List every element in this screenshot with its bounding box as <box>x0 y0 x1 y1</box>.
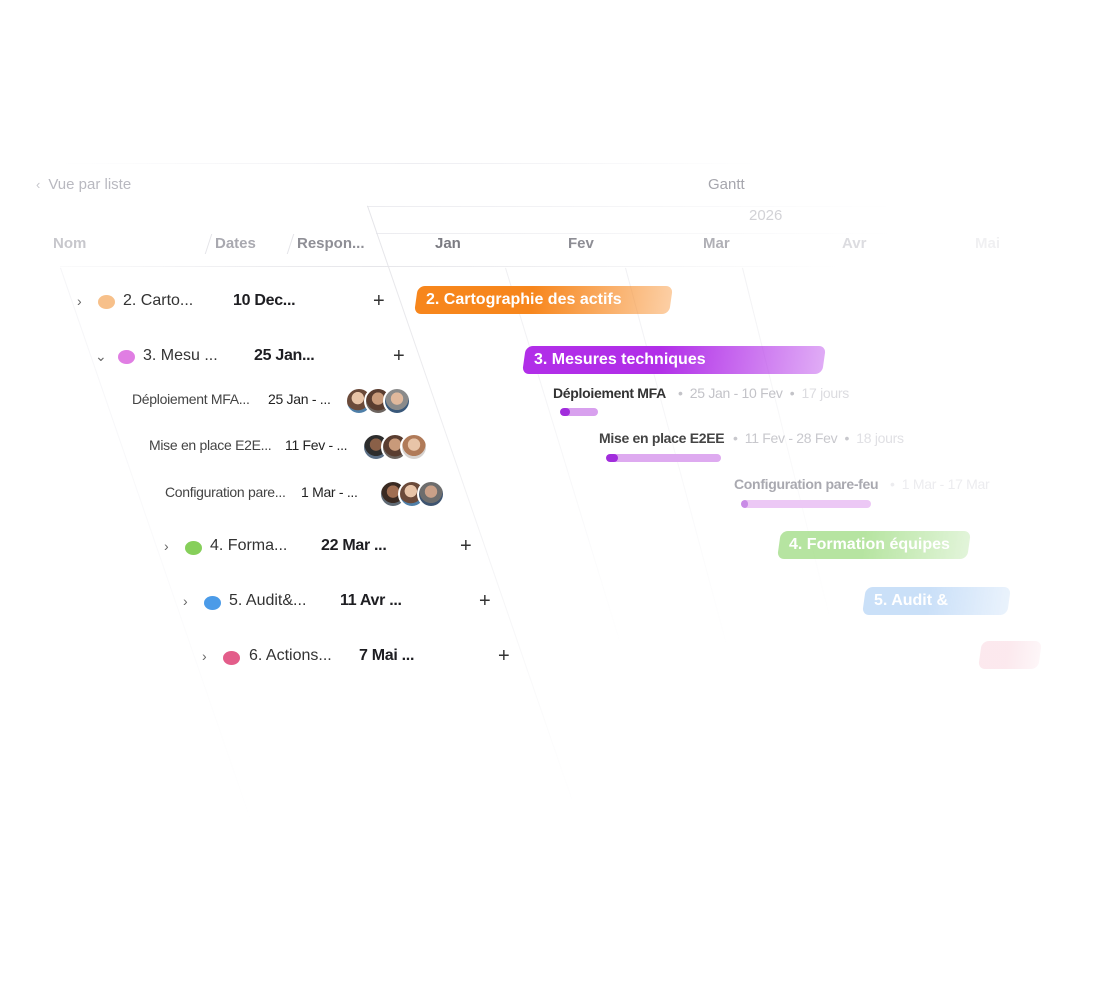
add-plus-icon[interactable]: + <box>373 290 385 313</box>
month-header-jan: Jan <box>435 235 461 252</box>
gantt-task-bar[interactable] <box>741 500 871 508</box>
back-label: Vue par liste <box>48 176 132 193</box>
group-date: 11 Avr ... <box>340 592 402 609</box>
avatar <box>383 387 411 415</box>
chevron-left-icon: ‹ <box>36 177 41 192</box>
expand-chevron-right-icon[interactable]: › <box>202 648 207 664</box>
group-date: 22 Mar ... <box>321 537 387 554</box>
column-header-dates[interactable]: Dates <box>215 235 256 252</box>
month-header-mar: Mar <box>703 235 730 252</box>
group-date: 10 Dec... <box>233 292 296 309</box>
group-name-actions[interactable]: 6. Actions... <box>249 647 332 665</box>
gantt-bar-formation[interactable]: 4. Formation équipes <box>777 531 971 559</box>
group-color-dot <box>98 295 115 309</box>
group-date: 25 Jan... <box>254 347 315 364</box>
add-plus-icon[interactable]: + <box>498 645 510 668</box>
group-color-dot <box>204 596 221 610</box>
month-divider <box>376 233 896 234</box>
group-name-formation[interactable]: 4. Forma... <box>210 537 287 555</box>
timeline-year: 2026 <box>749 207 783 224</box>
header-divider <box>60 266 840 267</box>
group-color-dot <box>118 350 135 364</box>
expand-chevron-right-icon[interactable]: › <box>164 538 169 554</box>
gantt-bar-mesures[interactable]: 3. Mesures techniques <box>522 346 826 374</box>
month-header-mai: Mai <box>975 235 1001 252</box>
gantt-task-name[interactable]: Mise en place E2EE <box>599 430 725 446</box>
subtask-date: 1 Mar - ... <box>301 484 358 500</box>
avatar <box>400 433 428 461</box>
task-progress-fill <box>560 408 570 416</box>
subtask-date: 25 Jan - ... <box>268 391 331 407</box>
back-to-list-link[interactable]: ‹ Vue par liste <box>36 176 131 193</box>
gantt-task-name[interactable]: Déploiement MFA <box>553 385 666 401</box>
expand-chevron-right-icon[interactable]: › <box>183 593 188 609</box>
column-header-name[interactable]: Nom <box>53 235 86 252</box>
expand-chevron-right-icon[interactable]: › <box>77 293 82 309</box>
group-color-dot <box>223 651 240 665</box>
task-progress-fill <box>741 500 748 508</box>
collapse-chevron-down-icon[interactable]: ⌄ <box>95 348 107 365</box>
top-divider <box>60 163 760 164</box>
month-header-avr: Avr <box>842 235 867 252</box>
gantt-task-meta: • 1 Mar - 17 Mar <box>890 476 990 492</box>
column-separator <box>286 234 295 254</box>
avatar <box>417 480 445 508</box>
task-progress-fill <box>606 454 618 462</box>
gantt-task-name[interactable]: Configuration pare-feu <box>734 476 879 492</box>
year-divider <box>367 206 897 207</box>
group-name-mesures[interactable]: 3. Mesu ... <box>143 347 218 365</box>
add-plus-icon[interactable]: + <box>460 535 472 558</box>
grid-line-mar <box>742 267 833 628</box>
column-header-responsible[interactable]: Respon... <box>297 235 365 252</box>
add-plus-icon[interactable]: + <box>393 345 405 368</box>
view-title: Gantt <box>708 176 745 193</box>
gantt-bar-cartographie[interactable]: 2. Cartographie des actifs <box>414 286 673 314</box>
month-header-fev: Fev <box>568 235 594 252</box>
gantt-task-bar[interactable] <box>560 408 598 416</box>
subtask-date: 11 Fev - ... <box>285 437 348 453</box>
gantt-task-meta: • 11 Fev - 28 Fev • 18 jours <box>733 430 904 446</box>
group-name-cartographie[interactable]: 2. Carto... <box>123 292 193 310</box>
gantt-task-meta: • 25 Jan - 10 Fev • 17 jours <box>678 385 849 401</box>
gantt-bar-audit[interactable]: 5. Audit & <box>862 587 1011 615</box>
group-color-dot <box>185 541 202 555</box>
group-name-audit[interactable]: 5. Audit&... <box>229 592 306 610</box>
gantt-bar-actions[interactable] <box>978 641 1042 669</box>
column-separator <box>204 234 213 254</box>
subtask-name[interactable]: Déploiement MFA... <box>132 391 250 407</box>
subtask-name[interactable]: Configuration pare... <box>165 484 286 500</box>
subtask-name[interactable]: Mise en place E2E... <box>149 437 272 453</box>
group-date: 7 Mai ... <box>359 647 415 664</box>
gantt-task-bar[interactable] <box>606 454 721 462</box>
add-plus-icon[interactable]: + <box>479 590 491 613</box>
